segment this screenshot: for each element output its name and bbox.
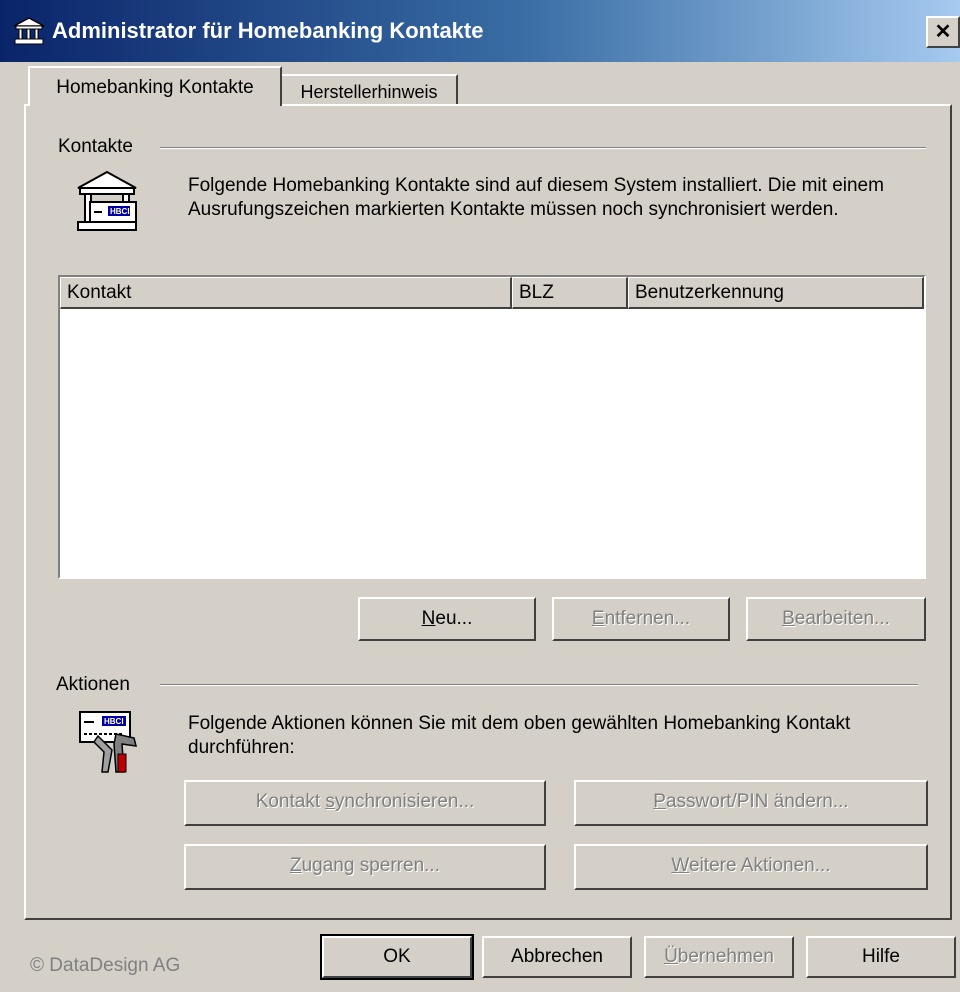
group-label-aktionen: Aktionen <box>56 674 138 696</box>
button-mnemonic: W <box>671 855 690 876</box>
button-mnemonic: Ü <box>664 946 678 967</box>
button-label-post: asswort/PIN ändern... <box>665 791 849 812</box>
uebernehmen-button[interactable]: Übernehmen <box>644 936 794 978</box>
close-button[interactable]: ✕ <box>926 16 960 48</box>
window-title: Administrator für Homebanking Kontakte <box>52 18 484 43</box>
button-label-post: bernehmen <box>677 946 774 967</box>
tab-herstellerhinweis[interactable]: Herstellerhinweis <box>282 74 458 106</box>
bank-building-icon: HBCI <box>77 170 137 231</box>
group-divider-aktionen <box>160 684 918 686</box>
neu-button[interactable]: Neu... <box>358 597 536 641</box>
button-label-post: earbeiten... <box>794 608 890 629</box>
column-header-benutzerkennung[interactable]: Benutzerkennung <box>628 277 924 309</box>
button-label-post: ynchronisieren... <box>334 791 475 812</box>
tab-homebanking-kontakte[interactable]: Homebanking Kontakte <box>28 66 282 106</box>
button-mnemonic: s <box>325 791 335 812</box>
button-mnemonic: B <box>782 608 795 629</box>
button-mnemonic: E <box>591 608 605 629</box>
zugang-sperren-button[interactable]: Zugang sperren... <box>184 844 546 890</box>
weitere-aktionen-button[interactable]: Weitere Aktionen... <box>574 844 928 890</box>
button-mnemonic: N <box>421 608 436 629</box>
button-mnemonic: Z <box>290 855 302 876</box>
bank-building-icon <box>13 17 45 45</box>
button-label-pre: Kontakt <box>255 791 326 812</box>
svg-text:HBCI: HBCI <box>104 717 124 726</box>
svg-text:HBCI: HBCI <box>110 207 130 216</box>
column-header-blz[interactable]: BLZ <box>512 277 628 309</box>
kontakt-synchronisieren-button[interactable]: Kontakt synchronisieren... <box>184 780 546 826</box>
close-icon: ✕ <box>934 21 952 43</box>
button-mnemonic: P <box>653 791 666 812</box>
card-tools-icon: HBCI <box>79 711 137 773</box>
passwort-pin-aendern-button[interactable]: Passwort/PIN ändern... <box>574 780 928 826</box>
abbrechen-button[interactable]: Abbrechen <box>482 936 632 978</box>
button-label-post: ntfernen... <box>604 608 691 629</box>
group-label-kontakte: Kontakte <box>58 136 141 158</box>
group-divider-kontakte <box>160 147 926 149</box>
ok-button[interactable]: OK <box>320 934 474 980</box>
button-label-post: eu... <box>435 608 473 629</box>
button-label-post: ugang sperren... <box>301 855 440 876</box>
kontakte-description: Folgende Homebanking Kontakte sind auf d… <box>188 175 884 220</box>
copyright-text: © DataDesign AG <box>30 955 181 976</box>
column-header-kontakt[interactable]: Kontakt <box>60 277 512 309</box>
hilfe-button[interactable]: Hilfe <box>806 936 956 978</box>
bearbeiten-button[interactable]: Bearbeiten... <box>746 597 926 641</box>
entfernen-button[interactable]: Entfernen... <box>552 597 730 641</box>
kontakte-listview[interactable]: Kontakt BLZ Benutzerkennung <box>58 275 926 579</box>
aktionen-description: Folgende Aktionen können Sie mit dem obe… <box>188 713 851 758</box>
button-label-post: eitere Aktionen... <box>689 855 831 876</box>
